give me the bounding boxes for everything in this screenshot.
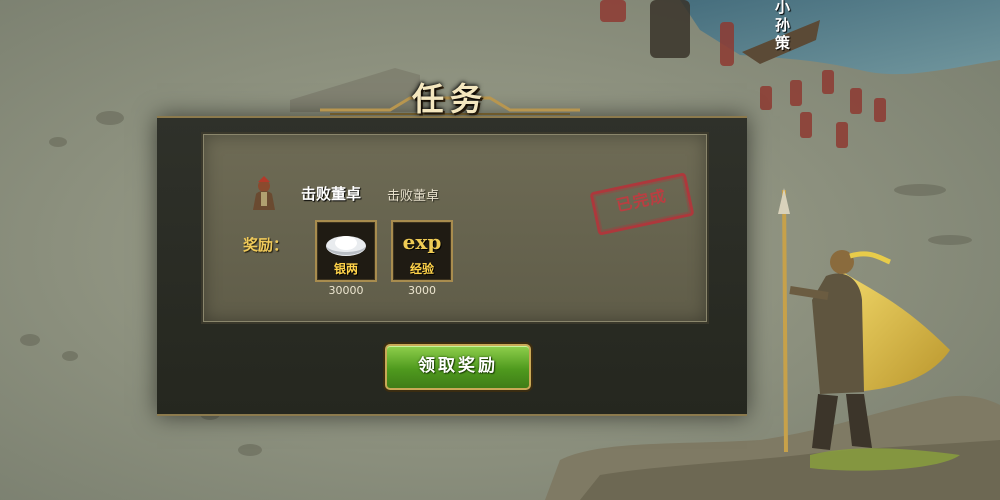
reward-silver[interactable]: 银两 30000 [315,220,377,297]
reward-silver-amount: 30000 [328,284,364,297]
task-row: 击败董卓 击败董卓 [247,176,547,212]
quest-panel: 击败董卓 击败董卓 已完成 奖励： 银两 30000 exp 经验 3000 [201,132,709,324]
dialog-title-banner: 任务 [300,70,600,118]
task-description: 击败董卓 [387,189,440,204]
reward-silver-label: 银两 [333,262,358,276]
rewards-label: 奖励： [243,236,289,254]
completed-stamp: 已完成 [589,172,695,236]
warrior-avatar-icon [253,176,275,210]
quest-dialog: 击败董卓 击败董卓 已完成 奖励： 银两 30000 exp 经验 3000 领… [157,116,747,416]
reward-exp-amount: 3000 [408,284,436,297]
dialog-title: 任务 [411,80,488,118]
reward-exp[interactable]: exp 经验 3000 [391,220,453,297]
claim-reward-button[interactable]: 领取奖励 [385,344,531,390]
task-name: 击败董卓 [301,185,362,203]
boat-unit-label: 小孙策 [775,0,791,52]
reward-exp-label: 经验 [409,262,434,276]
